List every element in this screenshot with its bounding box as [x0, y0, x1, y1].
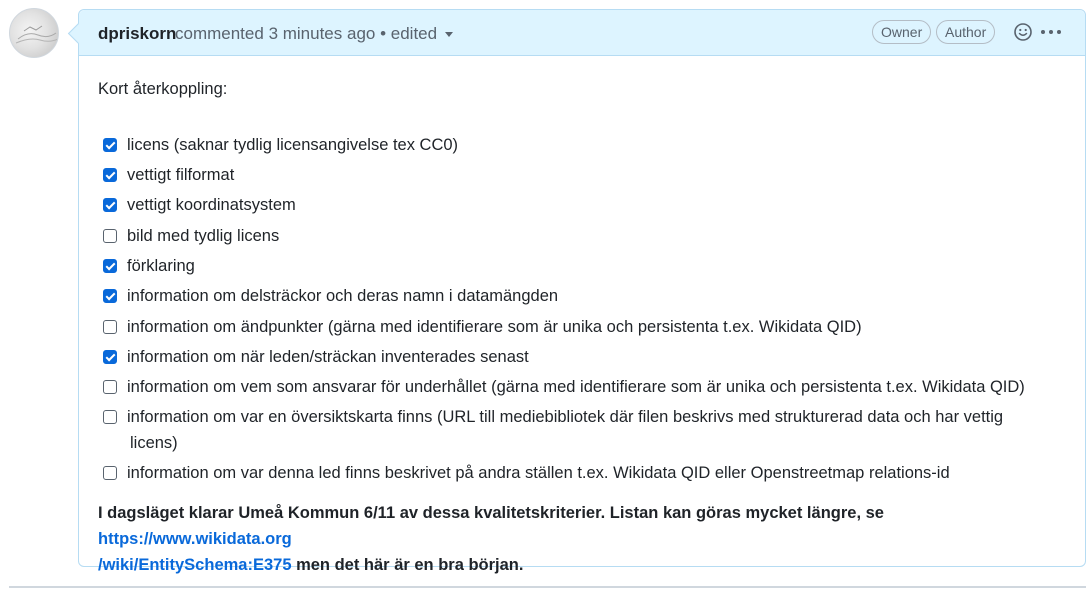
entity-schema-link[interactable]: https://www.wikidata.org/wiki/EntitySche… — [98, 530, 292, 574]
summary-text: I dagsläget klarar Umeå Kommun 6/11 av d… — [98, 500, 1073, 578]
task-label: information om var en översiktskarta fin… — [127, 408, 1004, 426]
task-label: vettigt koordinatsystem — [127, 196, 296, 214]
task-label-continued: licens) — [130, 434, 178, 452]
link-text-2: /wiki/EntitySchema:E375 — [98, 556, 292, 574]
task-label: information om var denna led finns beskr… — [127, 464, 950, 482]
task-checkbox[interactable] — [103, 259, 117, 273]
comment-action: commented — [175, 24, 264, 43]
comment-time[interactable]: 3 minutes ago — [269, 24, 376, 43]
comment-box: dpriskorn commented 3 minutes ago • edit… — [78, 9, 1086, 574]
task-checkbox[interactable] — [103, 350, 117, 364]
task-label: vettigt filformat — [127, 166, 235, 184]
task-label: bild med tydlig licens — [127, 227, 280, 245]
triangle-down-icon — [445, 32, 454, 37]
task-checkbox[interactable] — [103, 466, 117, 480]
task-checkbox[interactable] — [103, 380, 117, 394]
task-checkbox[interactable] — [103, 138, 117, 152]
task-label: information om vem som ansvarar för unde… — [127, 378, 1025, 396]
task-label: licens (saknar tydlig licensangivelse te… — [127, 136, 459, 154]
author-badge: Author — [936, 20, 996, 44]
task-checkbox[interactable] — [103, 168, 117, 182]
timeline-divider — [9, 586, 1086, 588]
task-checkbox[interactable] — [103, 320, 117, 334]
author-name[interactable]: dpriskorn — [98, 24, 176, 44]
task-label: information om när leden/sträckan invent… — [127, 348, 529, 366]
smiley-icon[interactable] — [1013, 22, 1033, 47]
comment-meta: commented 3 minutes ago • edited — [175, 24, 454, 44]
edited-label: • edited — [380, 24, 438, 43]
task-checkbox[interactable] — [103, 198, 117, 212]
task-checkbox[interactable] — [103, 410, 117, 424]
task-label: förklaring — [127, 257, 195, 275]
link-text-1: https://www.wikidata.org — [98, 530, 292, 548]
summary-after: men det här är en bra början. — [291, 556, 524, 574]
comment-header: dpriskorn commented 3 minutes ago • edit… — [79, 10, 1085, 56]
task-label: information om delsträckor och deras nam… — [127, 287, 559, 305]
edited-dropdown[interactable]: • edited — [380, 24, 454, 43]
task-label: information om ändpunkter (gärna med ide… — [127, 318, 862, 336]
intro-text: Kort återkoppling: — [98, 80, 228, 98]
summary-before: I dagsläget klarar Umeå Kommun 6/11 av d… — [98, 504, 884, 522]
avatar-image — [15, 25, 58, 44]
task-checkbox[interactable] — [103, 229, 117, 243]
kebab-horizontal-icon[interactable] — [1041, 30, 1061, 34]
avatar[interactable] — [9, 8, 59, 58]
owner-badge: Owner — [872, 20, 932, 44]
task-checkbox[interactable] — [103, 289, 117, 303]
